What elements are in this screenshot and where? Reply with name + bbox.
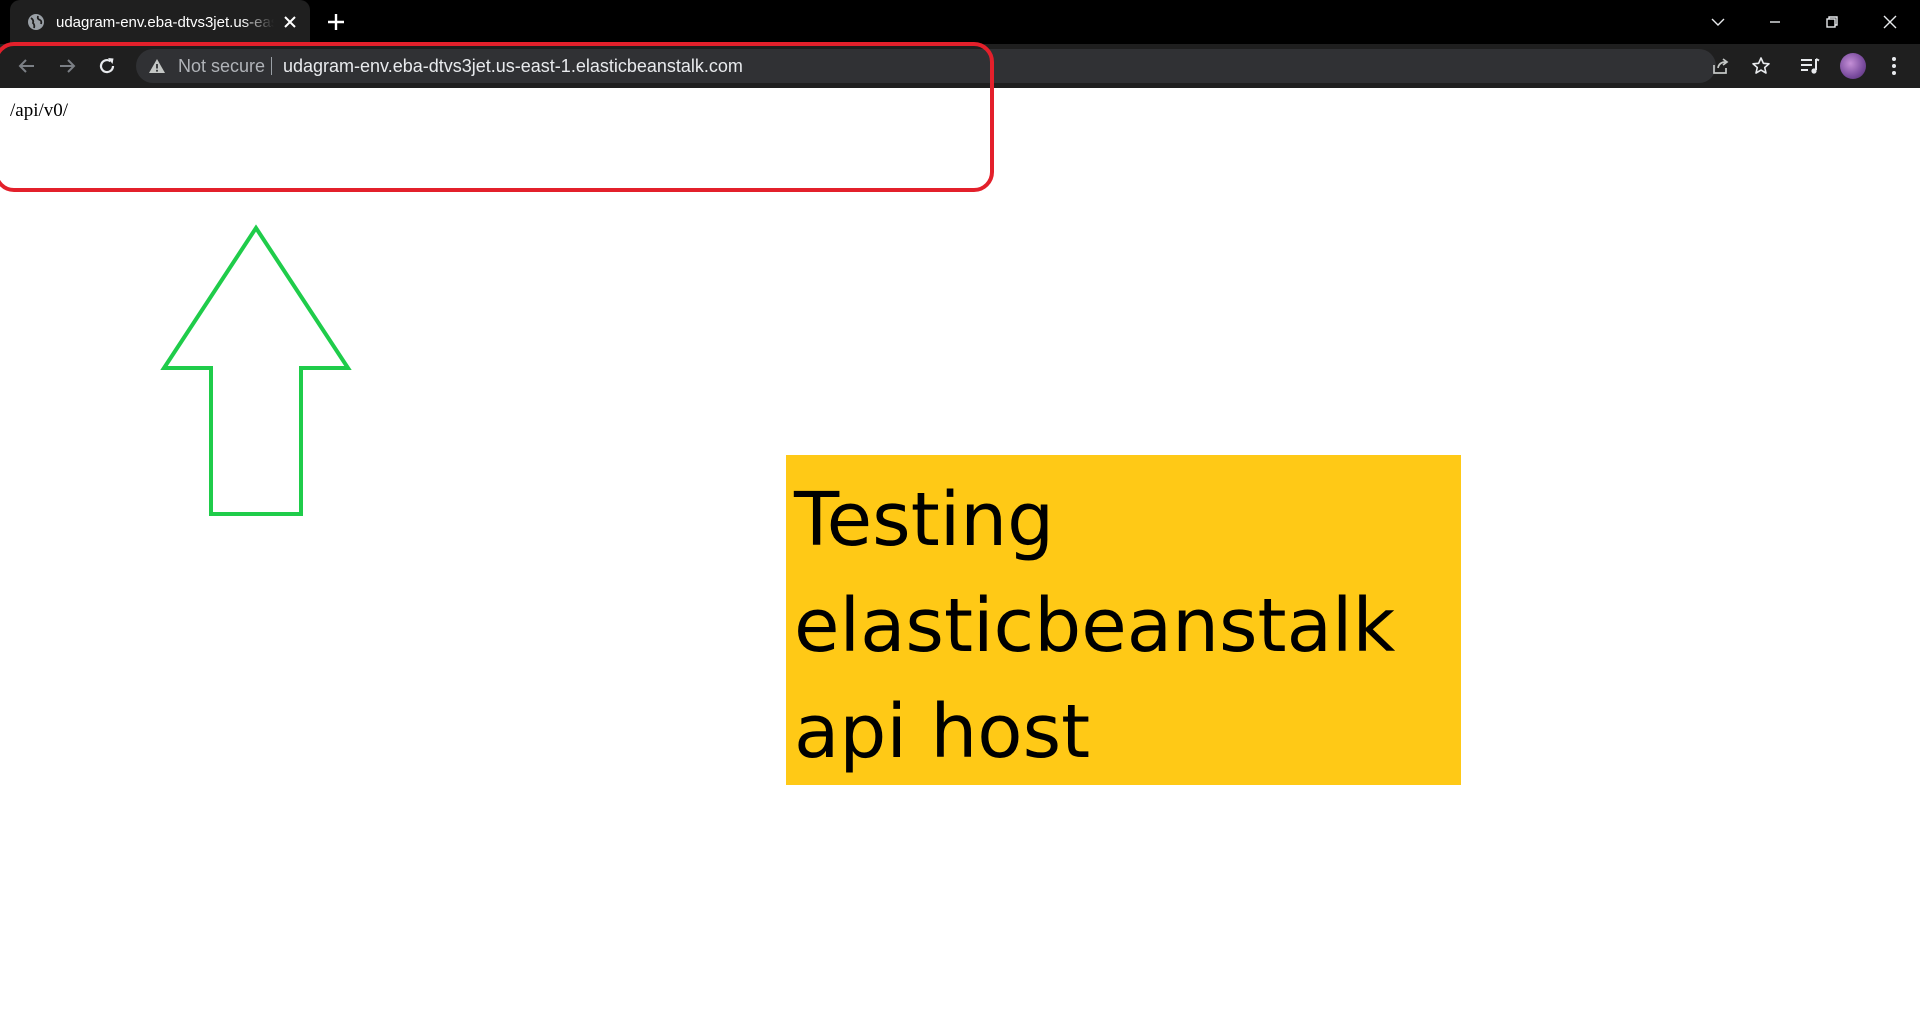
callout-line: api host	[794, 689, 1091, 775]
up-arrow-annotation	[160, 224, 352, 516]
highlight-box	[0, 42, 994, 192]
chevron-down-icon[interactable]	[1704, 8, 1732, 36]
star-icon[interactable]	[1751, 56, 1771, 76]
tab-strip: udagram-env.eba-dtvs3jet.us-east-1.elast…	[0, 0, 1920, 44]
close-window-icon[interactable]	[1876, 8, 1904, 36]
restore-icon[interactable]	[1818, 8, 1846, 36]
callout-line: elasticbeanstalk	[794, 583, 1396, 669]
tab-title: udagram-env.eba-dtvs3jet.us-east-1.elast…	[56, 13, 274, 31]
plus-icon[interactable]	[324, 10, 348, 34]
annotation-callout: Testing elasticbeanstalk api host	[786, 455, 1461, 785]
browser-tab[interactable]: udagram-env.eba-dtvs3jet.us-east-1.elast…	[10, 0, 310, 44]
share-icon[interactable]	[1711, 56, 1731, 76]
close-icon[interactable]	[282, 14, 298, 30]
callout-line: Testing	[794, 477, 1055, 563]
globe-icon	[26, 12, 46, 32]
minimize-icon[interactable]	[1761, 8, 1789, 36]
media-queue-icon[interactable]	[1798, 54, 1822, 78]
avatar[interactable]	[1840, 53, 1866, 79]
kebab-menu-icon[interactable]	[1882, 54, 1906, 78]
